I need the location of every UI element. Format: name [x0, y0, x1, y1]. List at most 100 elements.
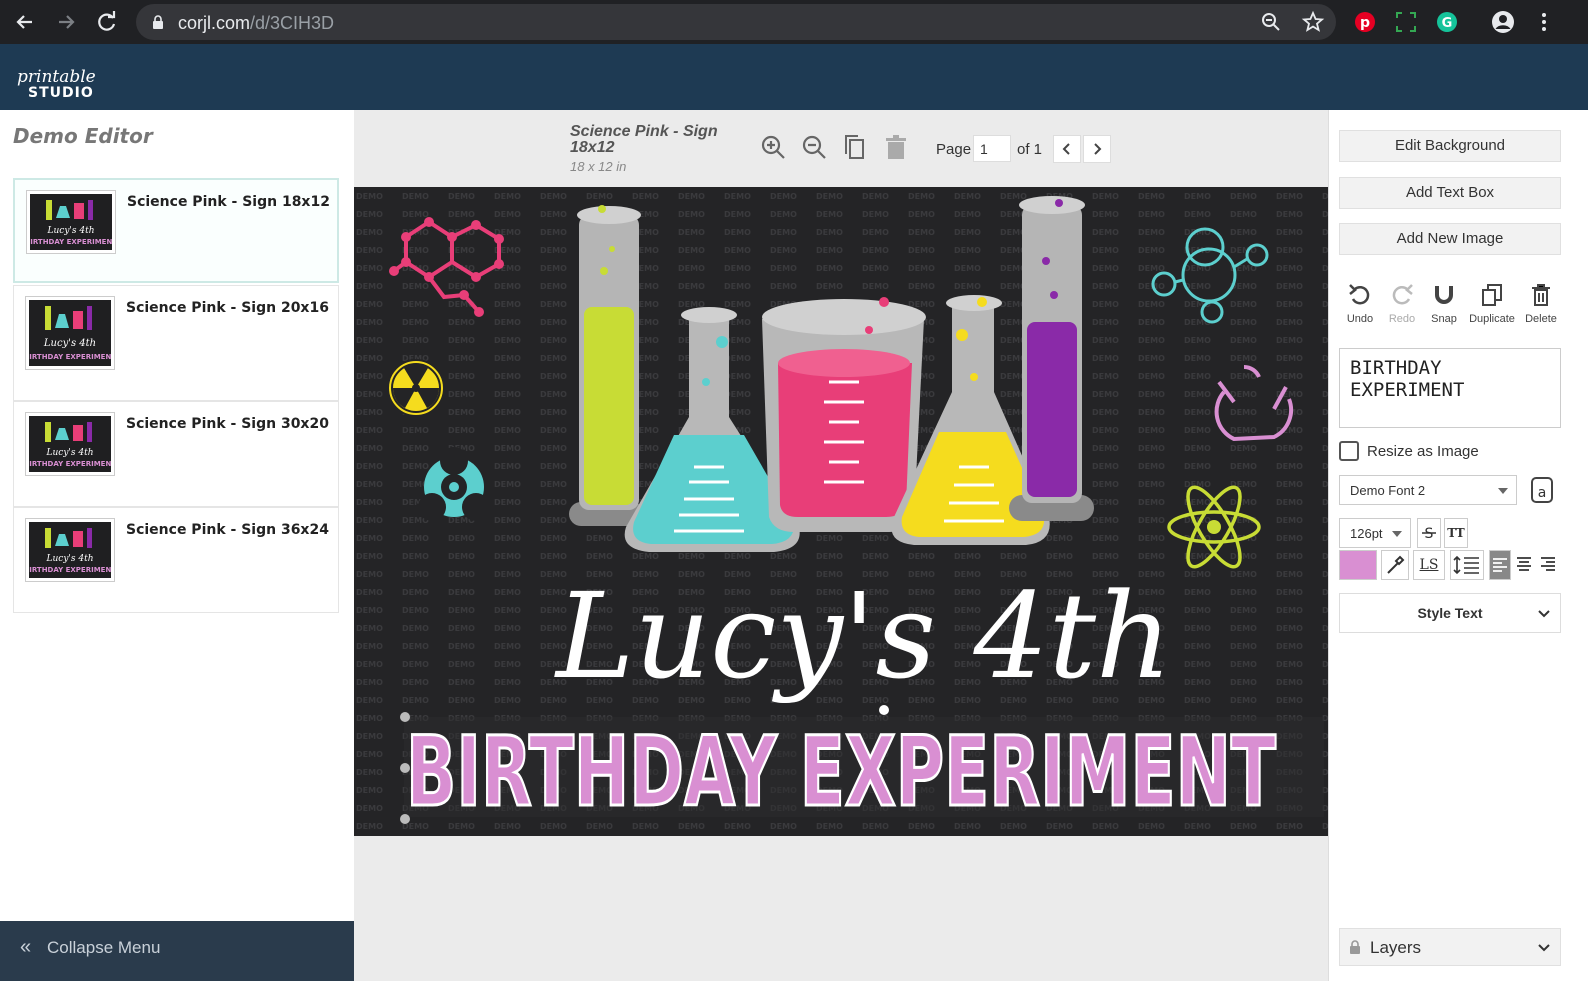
- template-thumbnail: Lucy's 4th BIRTHDAY EXPERIMENT: [25, 518, 115, 582]
- text-content-input[interactable]: BIRTHDAY EXPERIMENT: [1339, 348, 1561, 428]
- prev-page-button[interactable]: [1053, 135, 1081, 163]
- add-text-box-button[interactable]: Add Text Box: [1339, 177, 1561, 209]
- edit-background-button[interactable]: Edit Background: [1339, 130, 1561, 162]
- font-preview-icon[interactable]: a: [1529, 475, 1555, 505]
- page-label: Page: [936, 141, 972, 158]
- page-number-input[interactable]: 1: [973, 135, 1011, 162]
- align-left-button[interactable]: [1489, 550, 1511, 580]
- svg-text:S: S: [1425, 526, 1434, 542]
- template-item[interactable]: Lucy's 4th BIRTHDAY EXPERIMENT Science P…: [13, 507, 339, 613]
- add-new-image-button[interactable]: Add New Image: [1339, 223, 1561, 255]
- magnet-snap-icon: [1435, 286, 1453, 304]
- chevron-down-icon: [1538, 944, 1550, 952]
- dropdown-arrow-icon: [1392, 531, 1402, 537]
- align-center-button[interactable]: [1514, 550, 1536, 580]
- grammarly-icon[interactable]: G: [1434, 9, 1460, 35]
- trash-icon: [1532, 284, 1550, 306]
- svg-text:printable: printable: [17, 67, 96, 87]
- duplicate-button[interactable]: Duplicate: [1466, 283, 1518, 325]
- trash-page-icon[interactable]: [882, 133, 910, 163]
- svg-text:Lucy's 4th: Lucy's 4th: [47, 226, 95, 236]
- lock-icon: [1350, 940, 1360, 954]
- svg-text:BIRTHDAY EXPERIMENT: BIRTHDAY EXPERIMENT: [29, 460, 111, 468]
- app-header: [0, 44, 1588, 110]
- page-count: of 1: [1017, 141, 1043, 158]
- template-label: Science Pink - Sign 36x24: [126, 522, 329, 538]
- double-chevron-left-icon: «: [20, 936, 32, 958]
- copy-page-icon[interactable]: [841, 133, 869, 163]
- profile-avatar-icon[interactable]: [1490, 9, 1516, 35]
- next-page-button[interactable]: [1083, 135, 1111, 163]
- font-select[interactable]: Demo Font 2: [1339, 475, 1517, 505]
- screenshot-extension-icon[interactable]: [1393, 9, 1419, 35]
- redo-button[interactable]: Redo: [1378, 283, 1426, 325]
- resize-as-image-label: Resize as Image: [1367, 443, 1479, 460]
- resize-as-image-checkbox[interactable]: [1339, 441, 1359, 461]
- svg-text:BIRTHDAY EXPERIMENT: BIRTHDAY EXPERIMENT: [29, 353, 111, 361]
- redo-icon: [1392, 284, 1413, 305]
- pink-beaker: [762, 297, 926, 532]
- duplicate-icon: [1482, 284, 1502, 306]
- line-height-button[interactable]: [1450, 550, 1484, 580]
- forward-icon[interactable]: [53, 9, 79, 35]
- svg-text:p: p: [1360, 15, 1370, 31]
- url-text: corjl.com/d/3CIH3D: [178, 13, 335, 33]
- svg-text:a: a: [1538, 485, 1547, 501]
- template-thumbnail: Lucy's 4th BIRTHDAY EXPERIMENT: [25, 296, 115, 370]
- svg-text:G: G: [1442, 16, 1453, 31]
- bookmark-star-icon[interactable]: [1301, 10, 1325, 34]
- pinterest-icon[interactable]: p: [1352, 9, 1378, 35]
- template-item[interactable]: Lucy's 4th BIRTHDAY EXPERIMENT Science P…: [13, 178, 339, 283]
- design-canvas[interactable]: DEMO: [354, 187, 1328, 836]
- design-headline[interactable]: Lucy's 4th: [554, 567, 1172, 705]
- strikethrough-button[interactable]: S: [1417, 518, 1441, 548]
- printable-studio-logo[interactable]: printable STUDIO: [13, 62, 123, 102]
- snap-button[interactable]: Snap: [1420, 283, 1468, 325]
- design-subline[interactable]: BIRTHDAY EXPERIMENT: [405, 715, 1278, 830]
- address-bar[interactable]: corjl.com/d/3CIH3D: [136, 4, 1336, 40]
- template-label: Science Pink - Sign 20x16: [126, 300, 329, 316]
- sidebar-title: Demo Editor: [13, 124, 153, 148]
- template-label: Science Pink - Sign 30x20: [126, 416, 329, 432]
- align-right-button[interactable]: [1538, 550, 1560, 580]
- layers-dropdown[interactable]: Layers: [1339, 928, 1561, 966]
- eyedropper-button[interactable]: [1381, 550, 1409, 580]
- align-left-icon: [1493, 558, 1507, 572]
- align-right-icon: [1541, 557, 1555, 571]
- template-item[interactable]: Lucy's 4th BIRTHDAY EXPERIMENT Science P…: [13, 285, 339, 401]
- dropdown-arrow-icon: [1498, 488, 1508, 494]
- text-color-swatch[interactable]: [1339, 550, 1377, 580]
- uppercase-button[interactable]: TT: [1444, 518, 1468, 548]
- delete-button[interactable]: Delete: [1517, 283, 1565, 325]
- zoom-icon[interactable]: [1260, 11, 1282, 33]
- template-thumbnail: Lucy's 4th BIRTHDAY EXPERIMENT: [26, 190, 116, 254]
- letter-spacing-button[interactable]: LS: [1413, 550, 1445, 580]
- browser-menu-icon[interactable]: [1531, 9, 1557, 35]
- collapse-menu-button[interactable]: « Collapse Menu: [0, 921, 354, 981]
- template-item[interactable]: Lucy's 4th BIRTHDAY EXPERIMENT Science P…: [13, 401, 339, 507]
- lock-icon: [153, 15, 163, 29]
- font-size-value: 126pt: [1350, 526, 1383, 541]
- design-artwork: DEMO: [354, 187, 1328, 836]
- undo-button[interactable]: Undo: [1336, 283, 1384, 325]
- align-center-icon: [1517, 557, 1531, 571]
- document-name: Science Pink - Sign 18x12: [570, 123, 718, 156]
- lime-cylinder: [569, 205, 644, 526]
- font-size-select[interactable]: 126pt: [1339, 518, 1411, 548]
- chevron-right-icon: [1094, 143, 1102, 155]
- reload-icon[interactable]: [94, 9, 120, 35]
- zoom-in-icon[interactable]: [759, 133, 787, 163]
- undo-icon: [1349, 284, 1370, 305]
- zoom-out-icon[interactable]: [800, 133, 828, 163]
- svg-text:BIRTHDAY EXPERIMENT: BIRTHDAY EXPERIMENT: [29, 566, 111, 574]
- svg-text:Lucy's 4th: Lucy's 4th: [43, 338, 96, 349]
- svg-text:BIRTHDAY EXPERIMENT: BIRTHDAY EXPERIMENT: [30, 238, 112, 246]
- back-icon[interactable]: [12, 9, 38, 35]
- radiation-decoration: [387, 359, 445, 417]
- line-height-icon: [1453, 555, 1479, 575]
- strikethrough-icon: S: [1422, 526, 1436, 542]
- template-thumbnail: Lucy's 4th BIRTHDAY EXPERIMENT: [25, 412, 115, 476]
- style-text-dropdown[interactable]: Style Text: [1339, 593, 1561, 633]
- browser-toolbar: corjl.com/d/3CIH3D p G: [0, 0, 1588, 44]
- template-label: Science Pink - Sign 18x12: [127, 194, 330, 210]
